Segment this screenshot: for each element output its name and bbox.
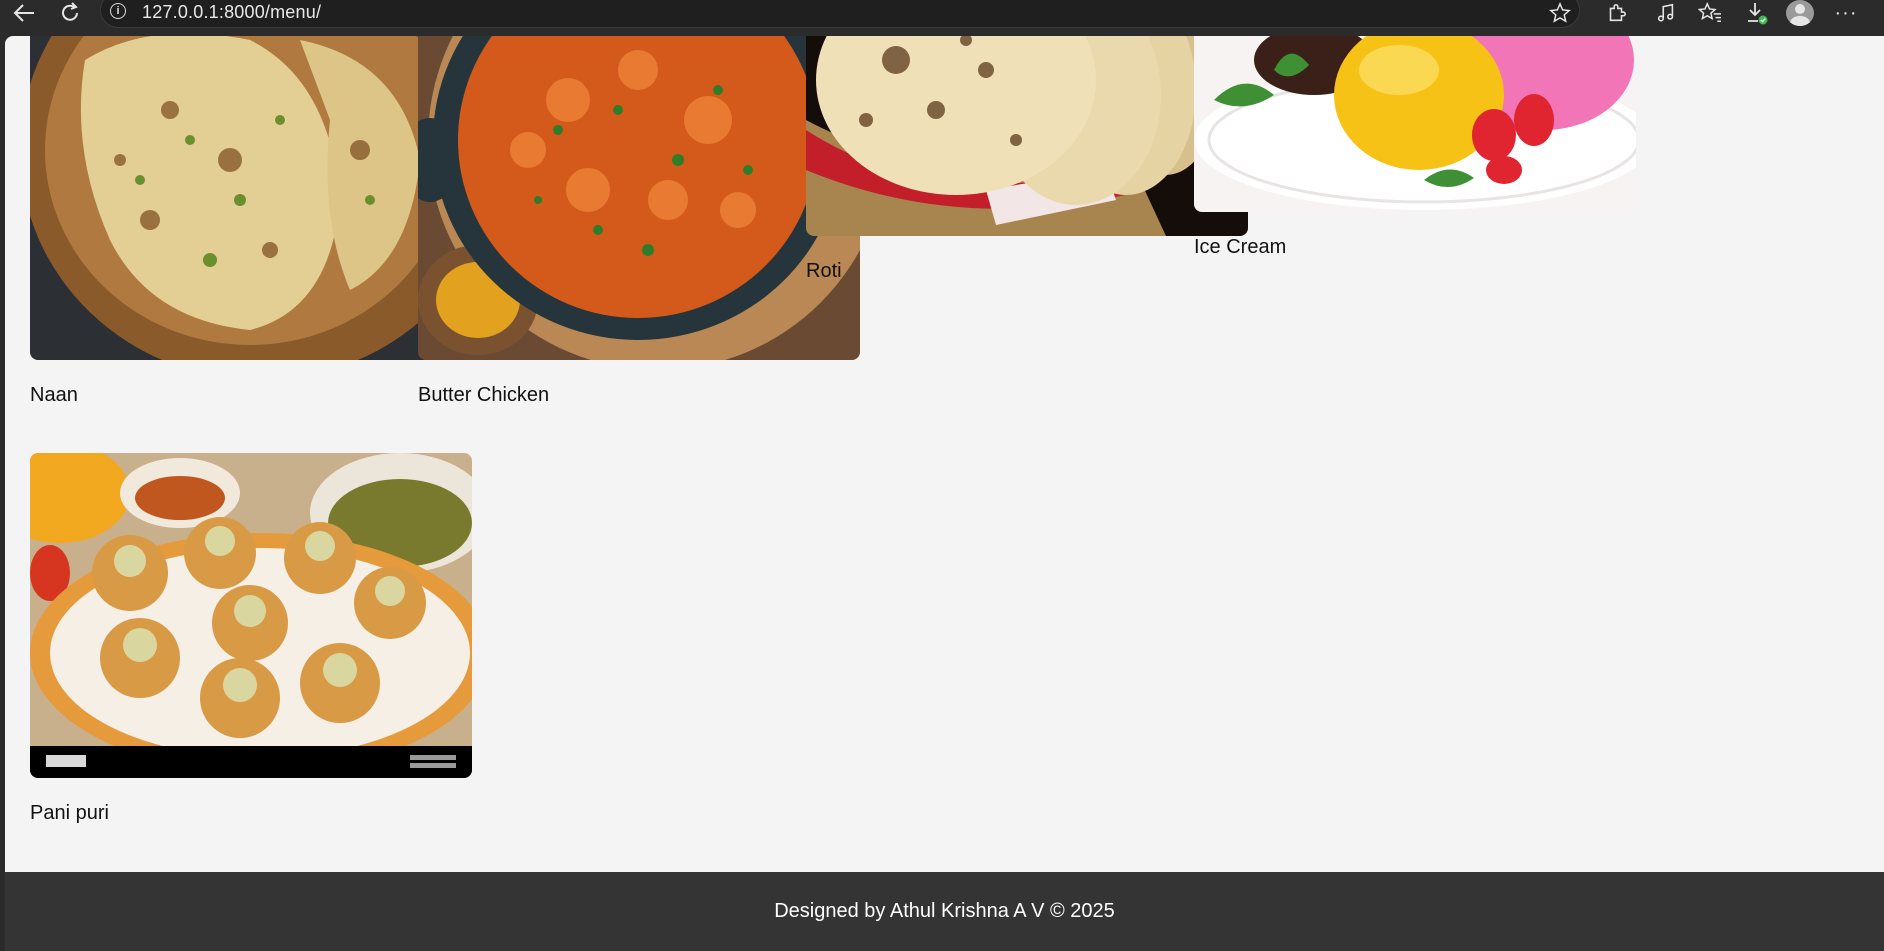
menu-item-name: Naan <box>30 384 78 406</box>
menu-item-name: Roti <box>806 260 842 282</box>
profile-avatar[interactable] <box>1786 0 1814 26</box>
naan-photo <box>30 36 472 360</box>
footer: Designed by Athul Krishna A V © 2025 <box>5 872 1884 951</box>
menu-item-name: Ice Cream <box>1194 236 1287 258</box>
browser-toolbar: i 127.0.0.1:8000/menu/ ··· <box>0 0 1884 30</box>
menu-item-card[interactable]: Naan <box>30 36 472 407</box>
media-icon[interactable] <box>1650 0 1682 26</box>
butter-chicken-photo <box>418 36 860 360</box>
ice-cream-photo <box>1194 36 1636 212</box>
page-content: Naan Butter Chicken Roti Ice Cream Pani … <box>5 36 1884 951</box>
refresh-icon[interactable] <box>54 0 86 26</box>
footer-credit: Designed by Athul Krishna A V © 2025 <box>774 900 1115 922</box>
menu-item-card[interactable]: Pani puri <box>30 453 472 825</box>
back-icon[interactable] <box>8 0 40 26</box>
url-text[interactable]: 127.0.0.1:8000/menu/ <box>142 2 321 23</box>
site-info-icon[interactable]: i <box>110 3 126 19</box>
menu-item-card[interactable]: Roti <box>806 36 1248 283</box>
roti-photo <box>806 36 1248 236</box>
pani-puri-photo <box>30 453 472 778</box>
downloads-icon[interactable] <box>1740 0 1772 26</box>
menu-item-card[interactable]: Ice Cream <box>1194 36 1636 259</box>
favorite-star-icon[interactable] <box>1544 0 1576 26</box>
extensions-icon[interactable] <box>1600 0 1632 26</box>
address-bar[interactable] <box>100 0 1580 28</box>
menu-item-name: Butter Chicken <box>418 384 550 406</box>
more-icon[interactable]: ··· <box>1830 0 1862 26</box>
menu-item-card[interactable]: Butter Chicken <box>418 36 860 407</box>
menu-item-name: Pani puri <box>30 802 109 824</box>
favorites-icon[interactable] <box>1694 0 1726 26</box>
